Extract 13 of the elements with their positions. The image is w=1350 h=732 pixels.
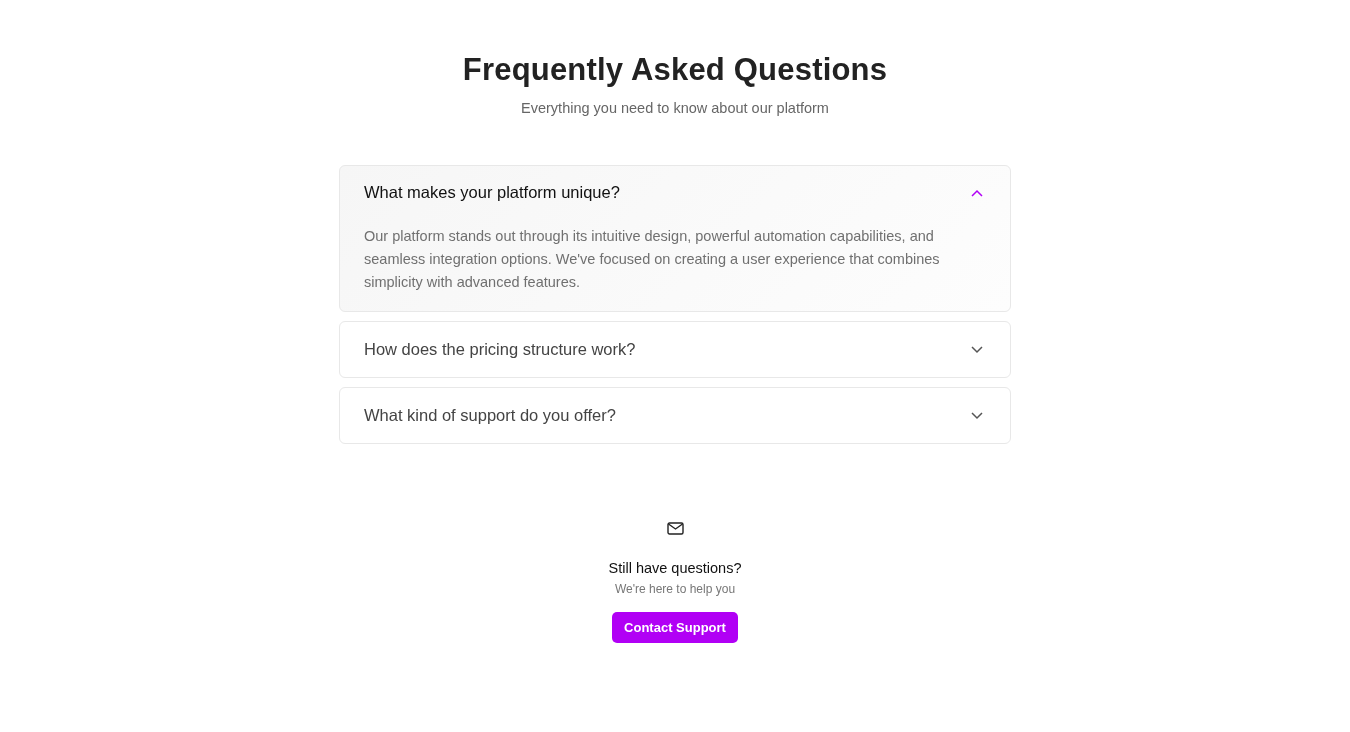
contact-title: Still have questions? — [608, 560, 742, 576]
faq-question[interactable]: How does the pricing structure work? — [340, 322, 1010, 377]
question-text: What makes your platform unique? — [364, 183, 620, 202]
contact-subtitle: We're here to help you — [614, 582, 736, 596]
faq-question[interactable]: What makes your platform unique? — [340, 166, 1010, 219]
page-subtitle: Everything you need to know about our platform — [521, 100, 829, 116]
faq-answer: Our platform stands out through its intuitive design, powerful automation capabilities, and seamless integration options. We've focused on creating a user experience that combines simplicity with advanced features. — [363, 227, 941, 292]
mail-icon — [666, 522, 684, 535]
faq-question[interactable]: What kind of support do you offer? — [340, 388, 1010, 443]
question-text: How does the pricing structure work? — [364, 340, 636, 359]
page-title: Frequently Asked Questions — [462, 52, 888, 88]
contact-support-button[interactable]: Contact Support — [612, 612, 738, 643]
question-text: What kind of support do you offer? — [364, 406, 616, 425]
